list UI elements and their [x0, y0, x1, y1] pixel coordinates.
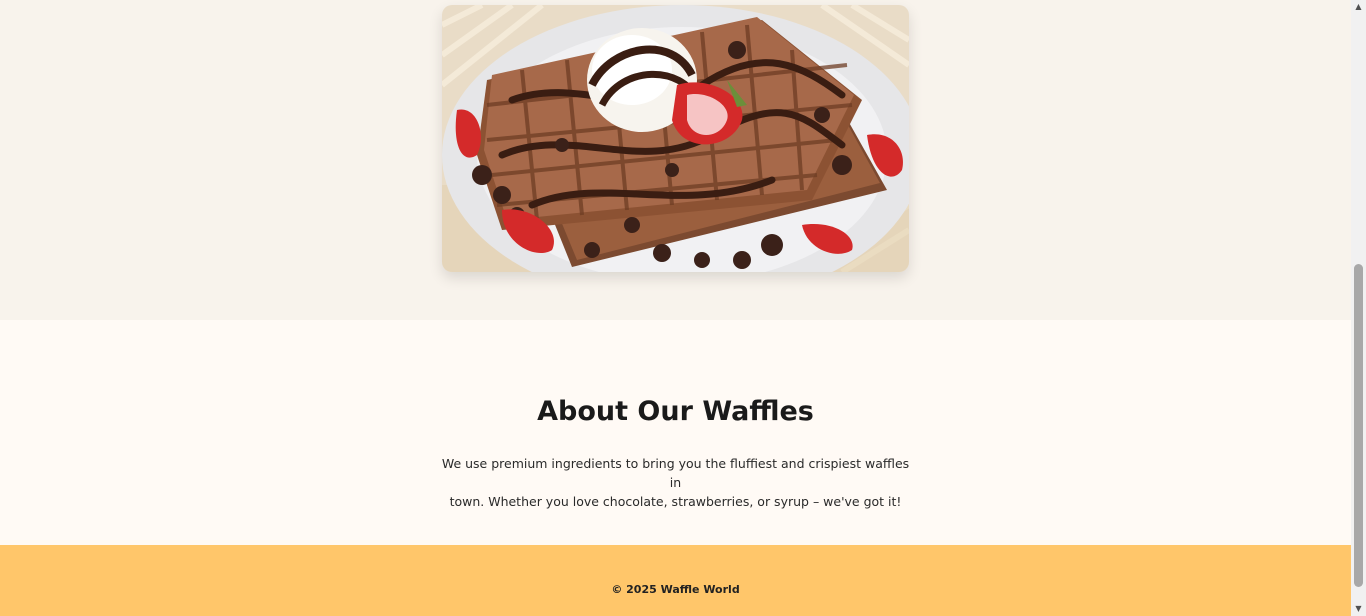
about-text-line-2: town. Whether you love chocolate, strawb…: [449, 494, 902, 509]
about-description: We use premium ingredients to bring you …: [440, 454, 911, 511]
about-text-line-1: We use premium ingredients to bring you …: [441, 456, 910, 490]
triangle-up-icon[interactable]: ▲: [1351, 0, 1366, 14]
page: About Our Waffles We use premium ingredi…: [0, 0, 1351, 616]
vertical-scrollbar[interactable]: ▲ ▼: [1351, 0, 1366, 616]
waffle-image: [442, 5, 909, 272]
scrollbar-thumb[interactable]: [1354, 264, 1363, 587]
hero-section: [0, 0, 1351, 320]
about-title: About Our Waffles: [537, 396, 814, 427]
footer: © 2025 Waffle World: [0, 545, 1351, 616]
triangle-down-icon[interactable]: ▼: [1351, 602, 1366, 616]
about-section: About Our Waffles We use premium ingredi…: [0, 320, 1351, 545]
footer-copyright: © 2025 Waffle World: [611, 583, 740, 596]
